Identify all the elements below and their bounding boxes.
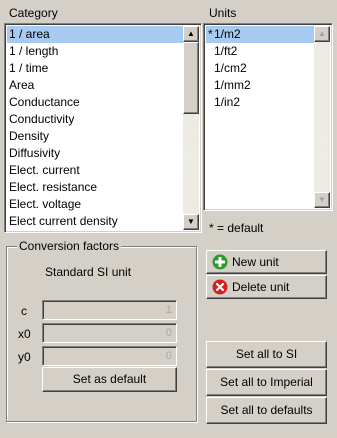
category-item[interactable]: Diffusivity xyxy=(7,145,183,162)
category-item[interactable]: Elect. resistance xyxy=(7,179,183,196)
delete-unit-label: Delete unit xyxy=(232,280,290,294)
x-icon xyxy=(212,279,228,295)
units-item-label: 1/mm2 xyxy=(214,78,251,92)
category-item[interactable]: 1 / time xyxy=(7,60,183,77)
conversion-factors-title: Conversion factors xyxy=(17,239,122,253)
units-scrollbar[interactable]: ▲ ▼ xyxy=(314,26,330,208)
category-item[interactable]: Conductivity xyxy=(7,111,183,128)
category-item[interactable]: 1 / length xyxy=(7,43,183,60)
units-item[interactable]: 1/cm2 xyxy=(206,60,314,77)
c-field[interactable]: 1 xyxy=(42,300,177,320)
default-note: * = default xyxy=(209,221,264,235)
category-item[interactable]: Area xyxy=(7,77,183,94)
x0-label: x0 xyxy=(18,327,31,341)
units-item-label: 1/ft2 xyxy=(214,44,238,58)
units-item-label: 1/m2 xyxy=(214,27,241,41)
y0-label: y0 xyxy=(18,350,31,364)
y0-field[interactable]: 0 xyxy=(42,346,177,366)
new-unit-button[interactable]: New unit xyxy=(206,250,327,274)
category-item[interactable]: Density xyxy=(7,128,183,145)
set-all-imperial-button[interactable]: Set all to Imperial xyxy=(206,369,327,396)
category-scrollbar[interactable]: ▲ ▼ xyxy=(183,26,199,230)
scroll-up-arrow-icon[interactable]: ▲ xyxy=(314,26,330,42)
category-item[interactable]: Elect current density xyxy=(7,213,183,230)
c-label: c xyxy=(21,304,27,318)
units-item[interactable]: 1/ft2 xyxy=(206,43,314,60)
category-item[interactable]: Conductance xyxy=(7,94,183,111)
scroll-down-arrow-icon[interactable]: ▼ xyxy=(183,214,199,230)
units-listbox[interactable]: *1/m2 1/ft2 1/cm2 1/mm2 1/in2 ▲ ▼ xyxy=(203,23,333,211)
scroll-up-arrow-icon[interactable]: ▲ xyxy=(183,26,199,42)
category-listbox[interactable]: 1 / area 1 / length 1 / time Area Conduc… xyxy=(4,23,202,233)
category-item[interactable]: 1 / area xyxy=(7,26,183,43)
new-unit-label: New unit xyxy=(232,255,279,269)
category-label: Category xyxy=(9,6,58,20)
units-item[interactable]: *1/m2 xyxy=(206,26,314,43)
standard-si-unit-label: Standard SI unit xyxy=(45,265,132,279)
plus-icon xyxy=(212,254,228,270)
units-item[interactable]: 1/in2 xyxy=(206,94,314,111)
scroll-down-arrow-icon[interactable]: ▼ xyxy=(314,192,330,208)
set-as-default-button[interactable]: Set as default xyxy=(42,367,177,392)
units-label: Units xyxy=(209,6,237,20)
set-all-defaults-button[interactable]: Set all to defaults xyxy=(206,397,327,424)
set-all-si-button[interactable]: Set all to SI xyxy=(206,341,327,368)
delete-unit-button[interactable]: Delete unit xyxy=(206,275,327,299)
units-item-label: 1/in2 xyxy=(214,95,241,109)
x0-field[interactable]: 0 xyxy=(42,323,177,343)
category-item[interactable]: Elect. voltage xyxy=(7,196,183,213)
category-item[interactable]: Elect. current xyxy=(7,162,183,179)
units-item-label: 1/cm2 xyxy=(214,61,247,75)
units-item[interactable]: 1/mm2 xyxy=(206,77,314,94)
scroll-thumb[interactable] xyxy=(183,42,199,114)
